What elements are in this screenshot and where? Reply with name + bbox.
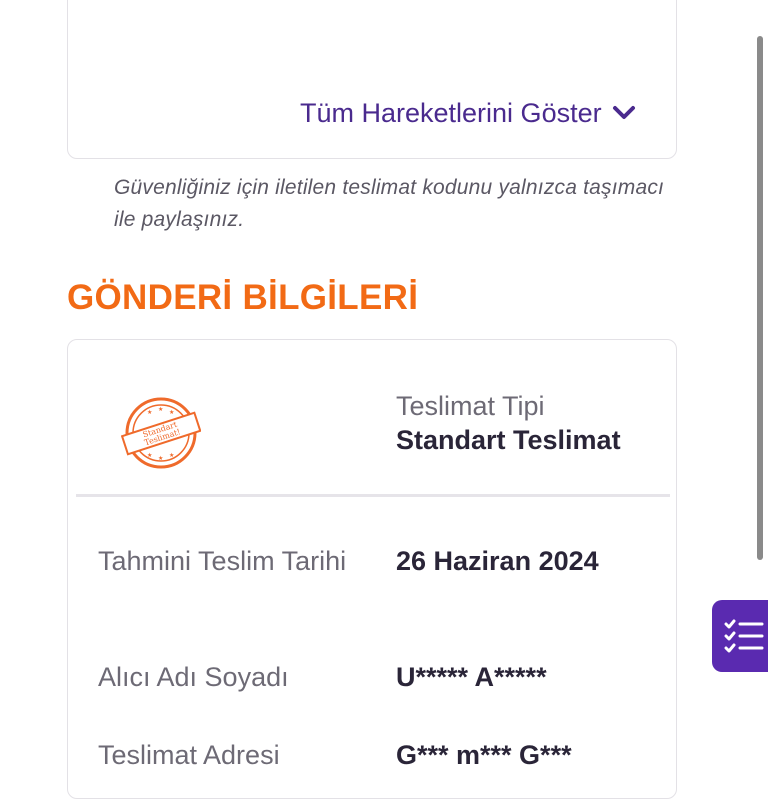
recipient-name-label: Alıcı Adı Soyadı — [98, 662, 289, 692]
chevron-down-icon — [612, 106, 635, 119]
delivery-type-label: Teslimat Tipi — [396, 391, 545, 421]
checklist-icon — [724, 619, 764, 653]
svg-text:★: ★ — [147, 452, 152, 459]
checklist-fab-button[interactable] — [712, 600, 768, 672]
show-all-movements-button[interactable]: Tüm Hareketlerini Göster — [300, 96, 636, 130]
recipient-name-value: U***** A***** — [396, 662, 547, 692]
svg-text:★: ★ — [158, 455, 163, 462]
card-divider — [76, 494, 670, 497]
estimated-delivery-date-label: Tahmini Teslim Tarihi — [98, 546, 347, 576]
svg-text:★: ★ — [169, 409, 174, 416]
standard-delivery-stamp-icon: ★ ★ ★ ★ ★ ★ Standart Teslimat! — [121, 397, 201, 469]
tracking-history-card — [67, 0, 677, 159]
scrollbar[interactable] — [757, 36, 763, 560]
svg-text:★: ★ — [158, 406, 163, 413]
estimated-delivery-date-value: 26 Haziran 2024 — [396, 546, 599, 576]
shipment-info-title: GÖNDERİ BİLGİLERİ — [67, 278, 419, 317]
security-note: Güvenliğiniz için iletilen teslimat kodu… — [114, 176, 665, 231]
svg-text:★: ★ — [169, 452, 174, 459]
delivery-type-value: Standart Teslimat — [396, 425, 621, 455]
show-all-movements-label: Tüm Hareketlerini Göster — [300, 97, 602, 128]
svg-text:★: ★ — [147, 409, 152, 416]
